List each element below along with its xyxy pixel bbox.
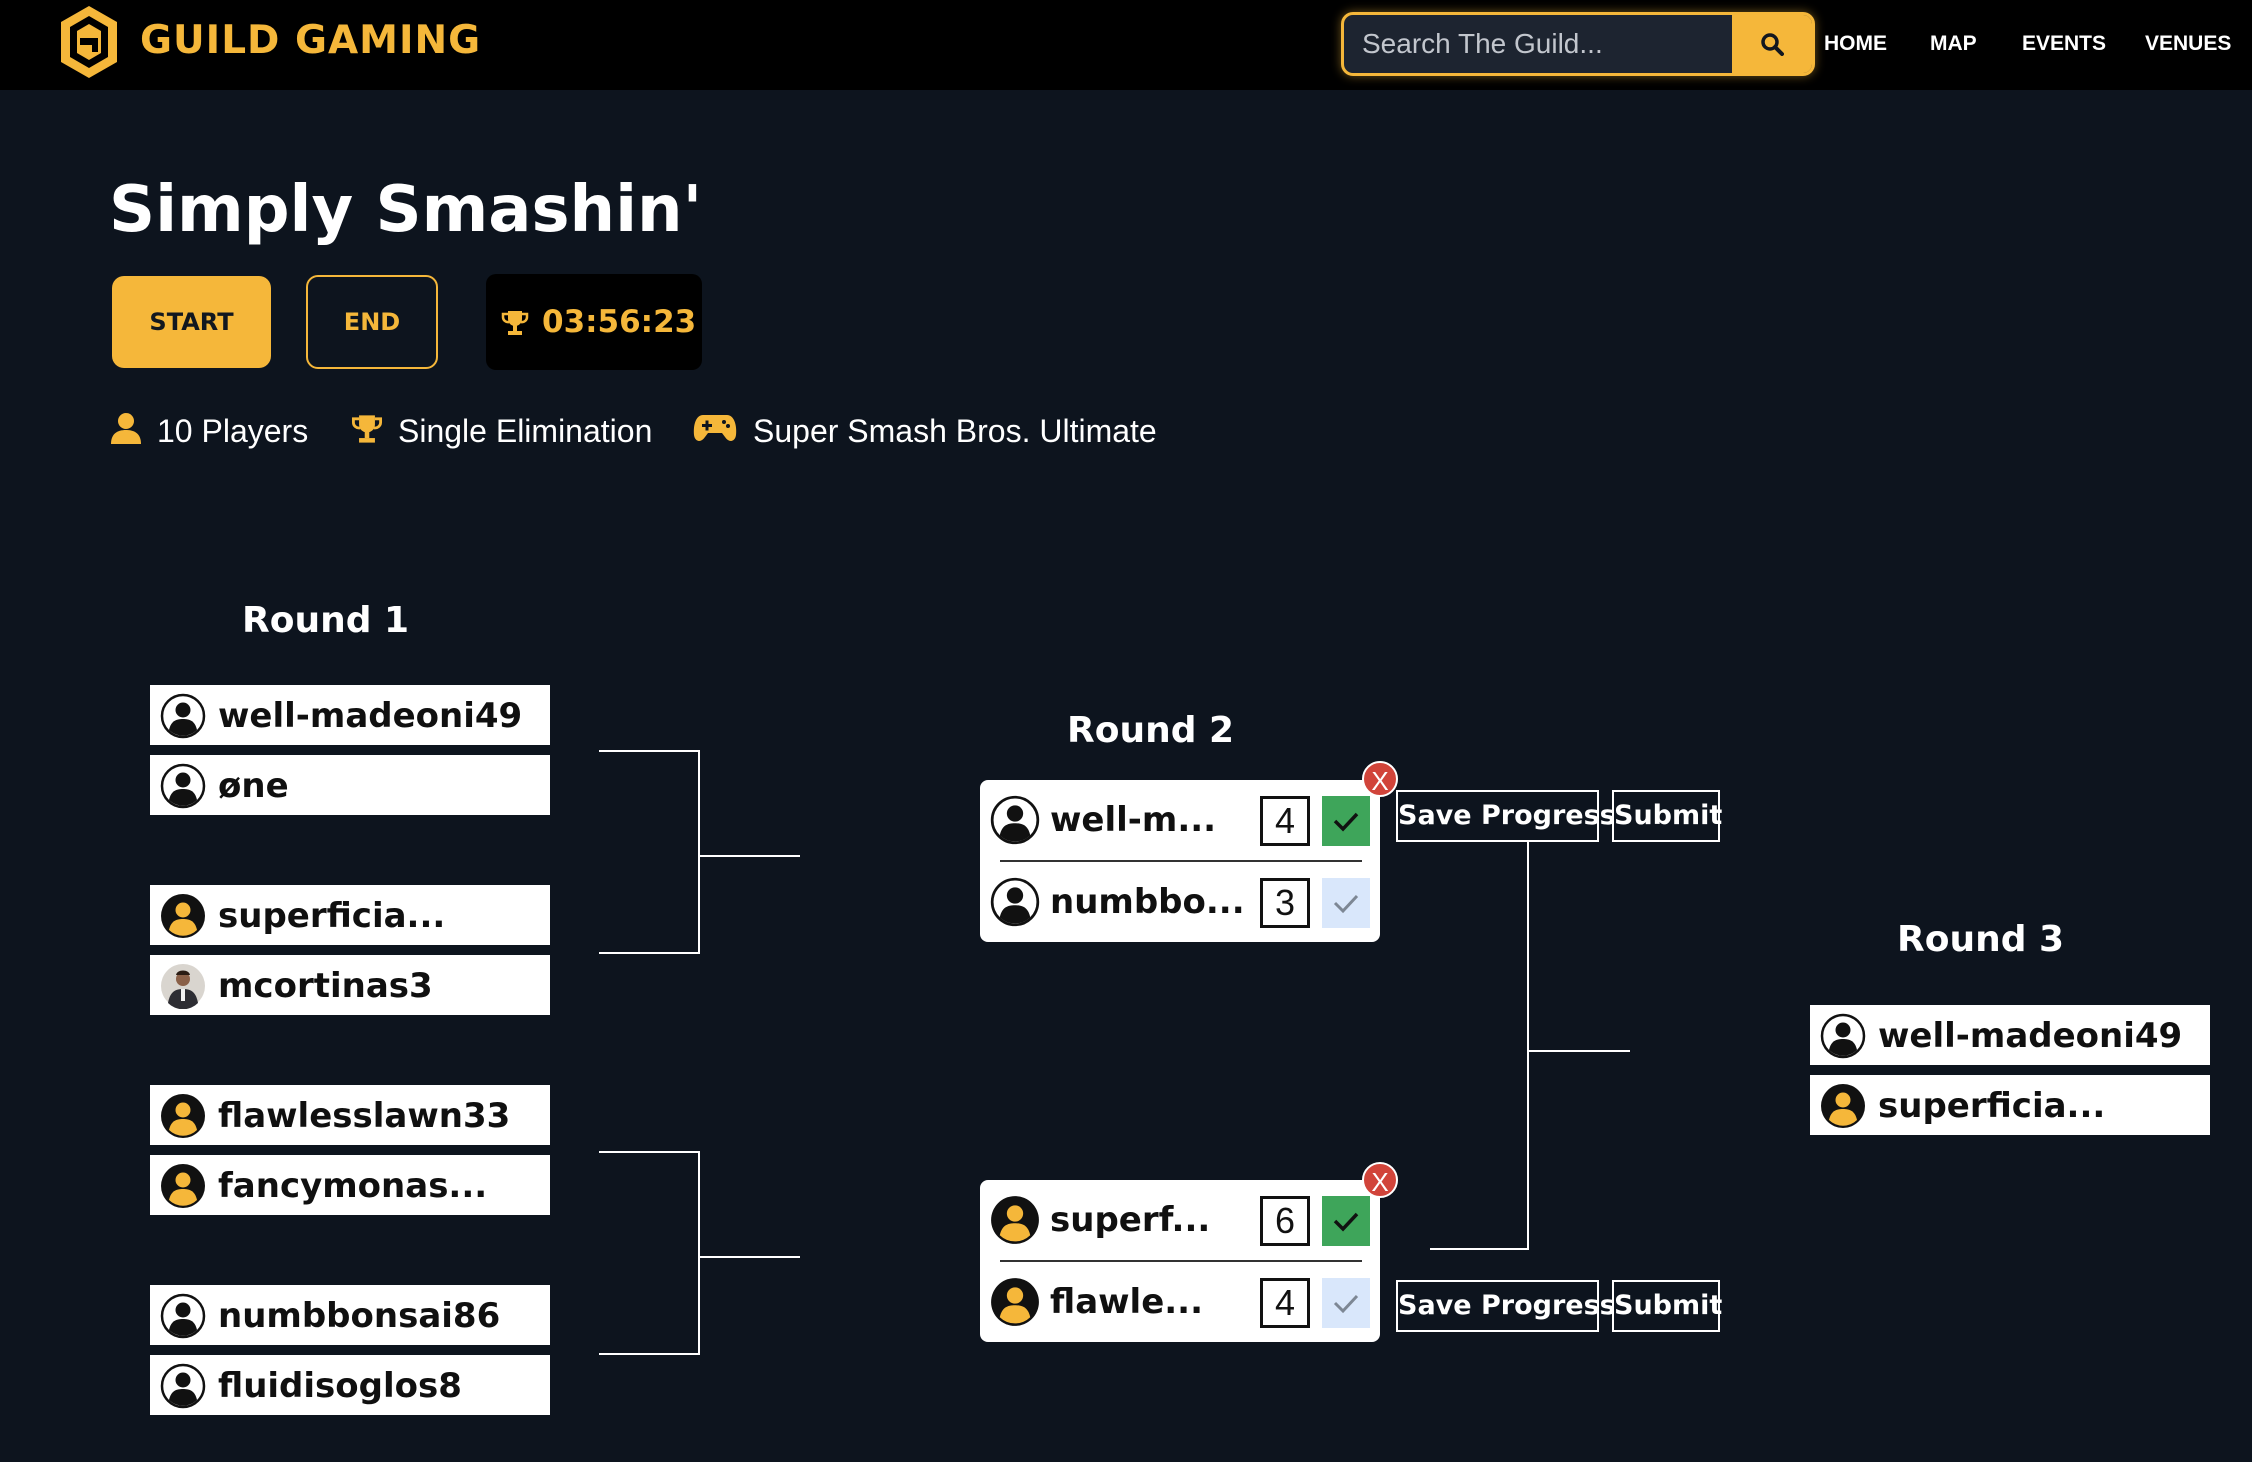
score-input[interactable]: 4 xyxy=(1260,1278,1310,1328)
round-1-slot[interactable]: øne xyxy=(150,755,550,815)
round-3-title: Round 3 xyxy=(1897,919,2065,960)
event-title: Simply Smashin' xyxy=(109,173,703,247)
check-icon xyxy=(1333,894,1359,914)
timer-value: 03:56:23 xyxy=(542,304,697,340)
guild-logo-icon[interactable] xyxy=(58,4,120,80)
round-1-slot[interactable]: well-madeoni49 xyxy=(150,685,550,745)
nav-venues[interactable]: VENUES xyxy=(2145,24,2231,64)
default-avatar-icon xyxy=(160,1363,206,1409)
player-name: fluidisoglos8 xyxy=(218,1366,462,1406)
check-icon xyxy=(1333,1212,1359,1232)
round-3-slot[interactable]: well-madeoni49 xyxy=(1810,1005,2210,1065)
trophy-icon xyxy=(351,415,383,443)
player-name: numbbo... xyxy=(1050,882,1245,922)
match-player-row: superf... 6 xyxy=(980,1180,1380,1260)
check-icon xyxy=(1333,1294,1359,1314)
player-name: numbbonsai86 xyxy=(218,1296,501,1336)
search-icon xyxy=(1761,33,1784,56)
match-player-row: numbbo... 3 xyxy=(980,862,1380,942)
bracket-connector xyxy=(1527,1050,1630,1052)
nav-events[interactable]: EVENTS xyxy=(2022,24,2106,64)
default-avatar-icon xyxy=(160,693,206,739)
bracket-connector xyxy=(698,855,800,857)
winner-check-button[interactable] xyxy=(1322,1196,1370,1246)
default-avatar-icon xyxy=(160,763,206,809)
gamepad-icon xyxy=(693,415,737,441)
bracket-connector xyxy=(698,750,700,954)
round-1-slot[interactable]: flawlesslawn33 xyxy=(150,1085,550,1145)
winner-check-button[interactable] xyxy=(1322,796,1370,846)
round-1-slot[interactable]: fancymonas... xyxy=(150,1155,550,1215)
top-nav: GUILD GAMING HOME MAP EVENTS VENUES xyxy=(0,0,2252,90)
round-1-slot[interactable]: mcortinas3 xyxy=(150,955,550,1015)
match-player-row: flawle... 4 xyxy=(980,1262,1380,1342)
tournament-format: Single Elimination xyxy=(398,413,653,449)
round-1-slot[interactable]: fluidisoglos8 xyxy=(150,1355,550,1415)
game-title: Super Smash Bros. Ultimate xyxy=(753,413,1157,449)
default-avatar-icon xyxy=(990,795,1040,845)
search-bar xyxy=(1341,12,1815,76)
score-input[interactable]: 4 xyxy=(1260,796,1310,846)
round-2-match: superf... 6 flawle... 4 xyxy=(980,1180,1380,1342)
bracket-connector xyxy=(1430,1248,1529,1250)
player-name: well-m... xyxy=(1050,800,1217,840)
yellow-avatar-icon xyxy=(161,894,205,938)
nav-map[interactable]: MAP xyxy=(1930,24,1977,64)
search-input[interactable] xyxy=(1344,15,1734,73)
nav-home[interactable]: HOME xyxy=(1824,24,1887,64)
brand-name[interactable]: GUILD GAMING xyxy=(140,14,481,68)
round-1-slot[interactable]: numbbonsai86 xyxy=(150,1285,550,1345)
search-button[interactable] xyxy=(1732,15,1812,73)
bracket-connector xyxy=(698,1256,800,1258)
player-name: fancymonas... xyxy=(218,1166,488,1206)
yellow-avatar-icon xyxy=(1821,1084,1865,1128)
default-avatar-icon xyxy=(160,1293,206,1339)
submit-button[interactable]: Submit xyxy=(1612,790,1722,842)
submit-button[interactable]: Submit xyxy=(1612,1280,1722,1332)
yellow-avatar-icon xyxy=(161,1094,205,1138)
round-1-title: Round 1 xyxy=(242,600,410,641)
start-button[interactable]: START xyxy=(112,276,271,368)
user-icon xyxy=(111,413,141,444)
bracket-connector xyxy=(698,1151,700,1355)
save-progress-button[interactable]: Save Progress xyxy=(1396,790,1616,842)
winner-check-button[interactable] xyxy=(1322,878,1370,928)
yellow-avatar-icon xyxy=(161,1164,205,1208)
match-player-row: well-m... 4 xyxy=(980,780,1380,860)
player-name: øne xyxy=(218,766,289,806)
yellow-avatar-icon xyxy=(991,1278,1039,1326)
default-avatar-icon xyxy=(990,877,1040,927)
photo-avatar xyxy=(161,964,205,1009)
round-1-slot[interactable]: superficia... xyxy=(150,885,550,945)
check-icon xyxy=(1333,812,1359,832)
player-name: flawle... xyxy=(1050,1282,1204,1322)
bracket-connector xyxy=(599,952,699,954)
players-count: 10 Players xyxy=(157,413,309,449)
round-3-slot[interactable]: superficia... xyxy=(1810,1075,2210,1135)
yellow-avatar-icon xyxy=(991,1196,1039,1244)
round-2-match: well-m... 4 numbbo... 3 xyxy=(980,780,1380,942)
player-name: well-madeoni49 xyxy=(1878,1016,2183,1056)
player-name: superf... xyxy=(1050,1200,1211,1240)
player-name: mcortinas3 xyxy=(218,966,433,1006)
default-avatar-icon xyxy=(1820,1013,1866,1059)
bracket-connector xyxy=(599,1353,699,1355)
player-name: flawlesslawn33 xyxy=(218,1096,511,1136)
close-match-button[interactable]: X xyxy=(1362,761,1398,797)
winner-check-button[interactable] xyxy=(1322,1278,1370,1328)
trophy-icon xyxy=(501,311,529,335)
player-name: well-madeoni49 xyxy=(218,696,523,736)
event-timer: 03:56:23 xyxy=(486,274,702,370)
player-name: superficia... xyxy=(218,896,446,936)
bracket-connector xyxy=(599,1151,699,1153)
score-input[interactable]: 6 xyxy=(1260,1196,1310,1246)
round-2-title: Round 2 xyxy=(1067,710,1235,751)
close-match-button[interactable]: X xyxy=(1362,1162,1398,1198)
player-name: superficia... xyxy=(1878,1086,2106,1126)
bracket-connector xyxy=(1527,842,1529,1250)
bracket-connector xyxy=(599,750,699,752)
score-input[interactable]: 3 xyxy=(1260,878,1310,928)
end-button[interactable]: END xyxy=(306,275,438,369)
save-progress-button[interactable]: Save Progress xyxy=(1396,1280,1616,1332)
